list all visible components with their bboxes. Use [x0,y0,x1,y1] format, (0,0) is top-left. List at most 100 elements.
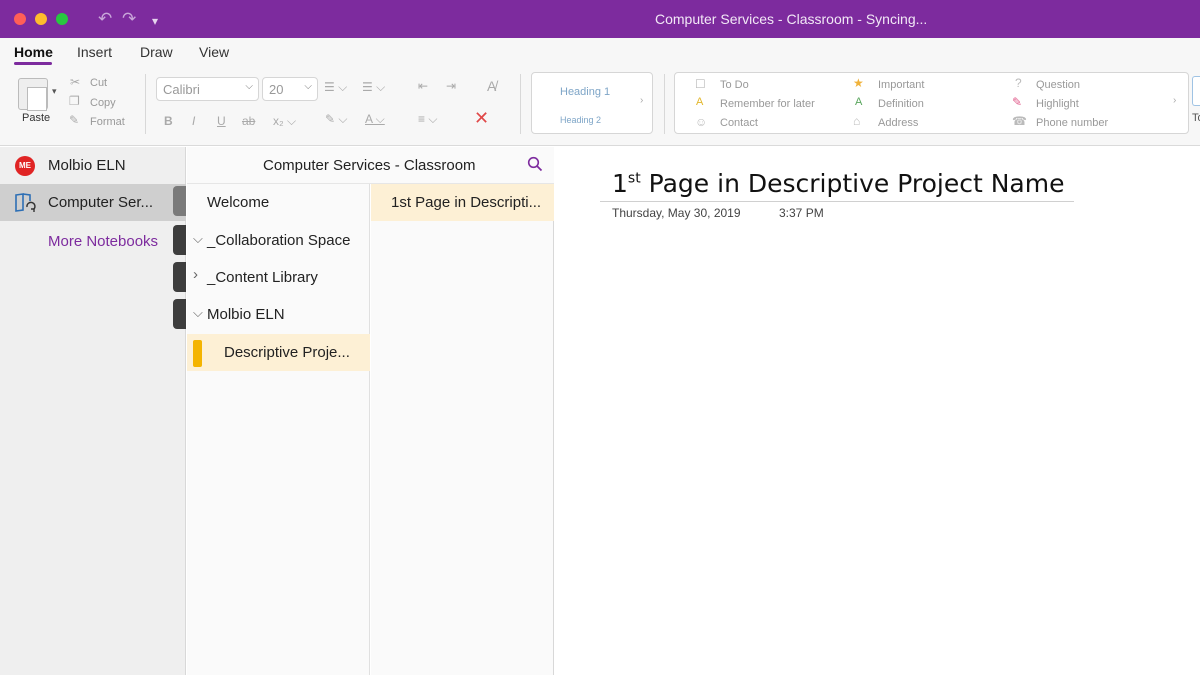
zoom-window-button[interactable] [56,13,68,25]
font-size-select[interactable]: 20 ⌵ [262,77,318,101]
copy-button[interactable]: Copy [90,97,116,109]
more-notebooks-link[interactable]: More Notebooks [48,233,158,250]
notebook-sync-icon [15,193,36,212]
search-icon[interactable] [527,156,543,172]
tag-contact[interactable]: Contact [720,117,758,129]
onenote-window: ↶ ↷ ▾ Computer Services - Classroom - Sy… [0,0,1200,675]
tag-important[interactable]: Important [878,79,924,91]
chevron-down-icon: ⌵ [245,81,253,92]
notebook-color-tab [173,225,186,255]
strikethrough-icon[interactable]: ab [242,114,255,128]
section-item-welcome[interactable]: Welcome [187,184,370,221]
active-tab-indicator [14,62,52,65]
notebook-item-molbio[interactable]: ME Molbio ELN [0,147,186,184]
tab-home[interactable]: Home [14,44,53,60]
undo-icon[interactable]: ↶ [98,9,112,29]
format-painter-button[interactable]: Format [90,116,125,128]
notebooks-pane: ME Molbio ELN Computer Ser... More Noteb… [0,147,186,675]
chevron-down-icon[interactable]: ⌵ [193,305,203,321]
chevron-down-icon: ⌵ [304,81,312,92]
styles-gallery[interactable]: Heading 1 Heading 2 › [531,72,653,134]
chevron-right-icon[interactable]: › [1173,95,1176,106]
decrease-indent-icon[interactable]: ⇤ [418,79,428,93]
redo-icon[interactable]: ↷ [122,9,136,29]
section-color-tab [193,340,202,367]
tag-todo[interactable]: To Do [720,79,749,91]
title-bar: ↶ ↷ ▾ Computer Services - Classroom - Sy… [0,0,1200,38]
section-label: _Content Library [207,269,318,286]
ribbon-tabs: Home Insert Draw View [0,38,1200,68]
ribbon-divider [520,74,521,134]
title-divider [600,201,1074,202]
tag-remember[interactable]: Remember for later [720,98,815,110]
home-icon: ⌂ [853,114,861,128]
page-title-superscript: st [627,170,641,187]
notebook-item-computer-services[interactable]: Computer Ser... [0,184,186,221]
tag-highlight[interactable]: Highlight [1036,98,1079,110]
page-time: 3:37 PM [779,206,824,220]
cut-button[interactable]: Cut [90,77,107,89]
section-group-content-library[interactable]: › _Content Library [187,259,370,296]
ribbon-divider [664,74,665,134]
increase-indent-icon[interactable]: ⇥ [446,79,456,93]
italic-icon[interactable]: I [192,114,195,128]
todo-tag-button[interactable] [1192,76,1200,106]
bold-icon[interactable]: B [164,114,173,128]
close-window-button[interactable] [14,13,26,25]
highlight-pen-icon: ✎ [1012,95,1023,109]
remember-icon: A [696,96,704,108]
subscript-icon[interactable]: x₂ ⌵ [273,114,296,129]
font-name-select[interactable]: Calibri ⌵ [156,77,259,101]
pages-pane: 1st Page in Descripti... [371,184,554,675]
numbering-icon[interactable]: ☰ ⌵ [362,80,385,95]
tag-question[interactable]: Question [1036,79,1080,91]
star-icon: ★ [853,76,864,90]
minimize-window-button[interactable] [35,13,47,25]
format-painter-icon: ✎ [69,113,80,127]
chevron-down-icon[interactable]: ⌵ [193,231,203,247]
clear-formatting-icon[interactable]: A̸ [487,78,496,94]
page-item[interactable]: 1st Page in Descripti... [371,184,554,221]
page-canvas[interactable]: 1st Page in Descriptive Project Name Thu… [555,147,1200,675]
bullets-icon[interactable]: ☰ ⌵ [324,80,347,95]
section-label: Descriptive Proje... [224,344,350,361]
page-label: 1st Page in Descripti... [391,194,542,211]
notebook-title: Computer Services - Classroom [263,157,476,174]
tag-phone[interactable]: Phone number [1036,117,1108,129]
definition-icon: A [855,96,863,108]
section-label: Molbio ELN [207,306,285,323]
paste-dropdown-icon[interactable]: ▾ [52,86,57,97]
heading1-style[interactable]: Heading 1 [560,86,610,98]
notebook-color-tab [173,262,186,292]
tag-address[interactable]: Address [878,117,918,129]
copy-icon: ❐ [69,94,80,108]
tab-view[interactable]: View [199,44,229,60]
tab-draw[interactable]: Draw [140,44,173,60]
align-icon[interactable]: ≡ ⌵ [418,112,437,127]
notebook-label: Computer Ser... [48,194,154,211]
delete-icon[interactable]: ✕ [474,108,489,129]
page-title[interactable]: 1st Page in Descriptive Project Name [612,169,1064,198]
chevron-right-icon[interactable]: › [193,266,198,283]
heading2-style[interactable]: Heading 2 [560,115,601,125]
font-color-icon[interactable]: A ⌵ [365,112,385,127]
notebook-color-tab [173,186,186,216]
font-name-value: Calibri [163,82,200,97]
tags-gallery[interactable]: ☐ To Do A Remember for later ☺ Contact ★… [674,72,1189,134]
page-title-prefix: 1 [612,169,628,198]
window-title: Computer Services - Classroom - Syncing.… [655,11,928,27]
chevron-right-icon[interactable]: › [640,95,643,106]
tab-insert[interactable]: Insert [77,44,112,60]
section-item-descriptive-project[interactable]: Descriptive Proje... [187,334,370,371]
notebook-header: Computer Services - Classroom [187,147,554,184]
highlight-color-icon[interactable]: ✎ ⌵ [325,112,348,127]
section-group-molbio[interactable]: ⌵ Molbio ELN [187,296,370,333]
section-group-collaboration[interactable]: ⌵ _Collaboration Space [187,222,370,259]
paste-button[interactable]: Paste [22,112,50,124]
contact-icon: ☺ [695,115,708,129]
tag-definition[interactable]: Definition [878,98,924,110]
customize-toolbar-icon[interactable]: ▾ [152,11,158,31]
paste-icon[interactable] [18,78,48,111]
notebook-label: Molbio ELN [48,157,126,174]
underline-icon[interactable]: U [217,114,226,128]
